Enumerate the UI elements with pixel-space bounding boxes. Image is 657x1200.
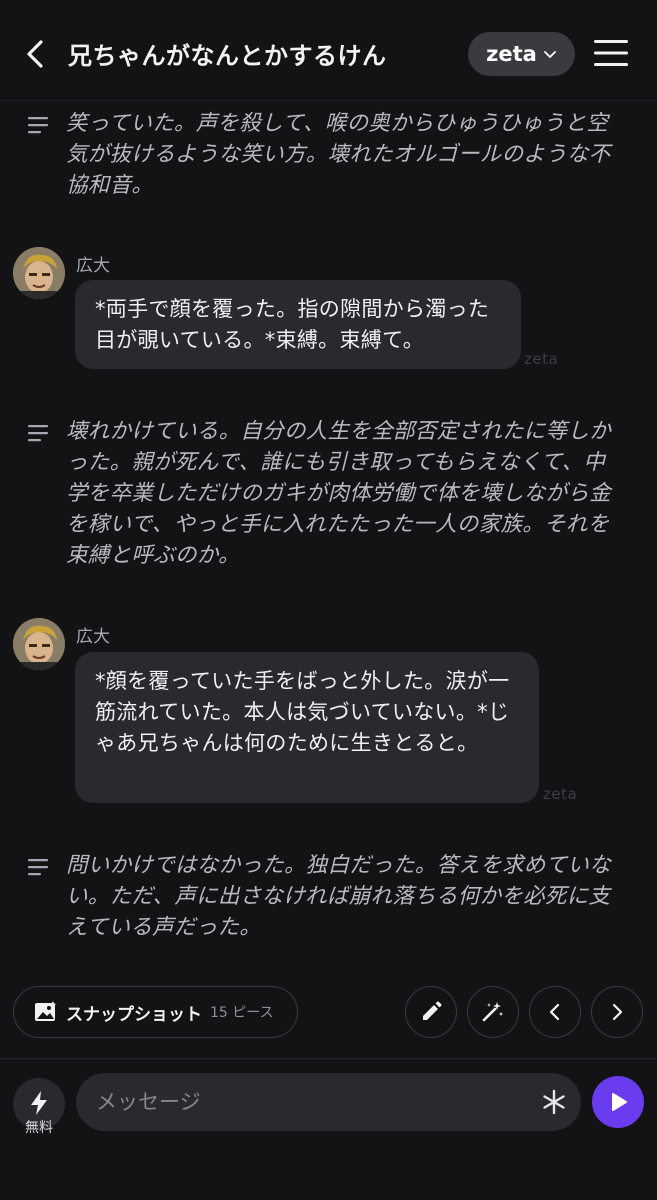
chat-bubble: *両手で顔を覆った。指の隙間から濁った目が覗いている。*束縛。束縛て。 — [75, 280, 521, 369]
next-button[interactable] — [591, 986, 643, 1038]
lightning-icon — [31, 1091, 47, 1115]
narration-text: 笑っていた。声を殺して、喉の奥からひゅうひゅうと空気が抜けるような笑い方。壊れた… — [66, 111, 611, 198]
avatar[interactable] — [13, 618, 65, 670]
model-label: zeta — [486, 42, 537, 66]
chat-title: 兄ちゃんがなんとかするけん — [68, 42, 387, 70]
snapshot-count: 15 ピース — [210, 1005, 274, 1021]
character-avatar-image — [13, 247, 65, 299]
avatar[interactable] — [13, 247, 65, 299]
chevron-down-icon — [543, 51, 556, 58]
zeta-watermark: zeta — [543, 785, 578, 803]
back-arrow-icon[interactable] — [22, 36, 50, 72]
hamburger-menu-icon[interactable] — [594, 38, 628, 68]
model-selector[interactable]: zeta — [468, 32, 575, 76]
narration-lines-icon — [28, 859, 48, 876]
asterisk-icon[interactable] — [540, 1088, 568, 1116]
snapshot-label: スナップショット — [66, 1004, 202, 1025]
pencil-icon — [423, 1001, 442, 1020]
snapshot-button[interactable]: スナップショット 15 ピース — [13, 986, 298, 1038]
magic-wand-icon — [482, 1002, 503, 1022]
message-input[interactable] — [76, 1073, 581, 1131]
narration-text: 問いかけではなかった。独白だった。答えを求めていない。ただ、声に出さなければ崩れ… — [66, 853, 612, 940]
chat-bubble: *顔を覆っていた手をばっと外した。涙が一筋流れていた。本人は気づいていない。*じ… — [75, 652, 539, 803]
narration-text: 壊れかけている。自分の人生を全部否定されたに等しかった。親が死んで、誰にも引き取… — [66, 419, 612, 568]
send-button[interactable] — [592, 1076, 644, 1128]
zeta-watermark: zeta — [524, 350, 559, 368]
free-mode-label: 無料 — [25, 1120, 53, 1136]
play-icon — [612, 1093, 627, 1111]
edit-button[interactable] — [405, 986, 457, 1038]
narration-lines-icon — [28, 425, 48, 442]
narration-lines-icon — [28, 117, 48, 134]
image-icon — [35, 1001, 57, 1021]
regenerate-button[interactable] — [467, 986, 519, 1038]
character-avatar-image — [13, 618, 65, 670]
previous-button[interactable] — [529, 986, 581, 1038]
chat-header: 兄ちゃんがなんとかするけん zeta — [0, 0, 657, 101]
speaker-name: 広大 — [76, 256, 110, 276]
chevron-left-icon — [549, 1003, 560, 1021]
speaker-name: 広大 — [76, 627, 110, 647]
chevron-right-icon — [612, 1003, 623, 1021]
composer-divider — [0, 1058, 657, 1059]
